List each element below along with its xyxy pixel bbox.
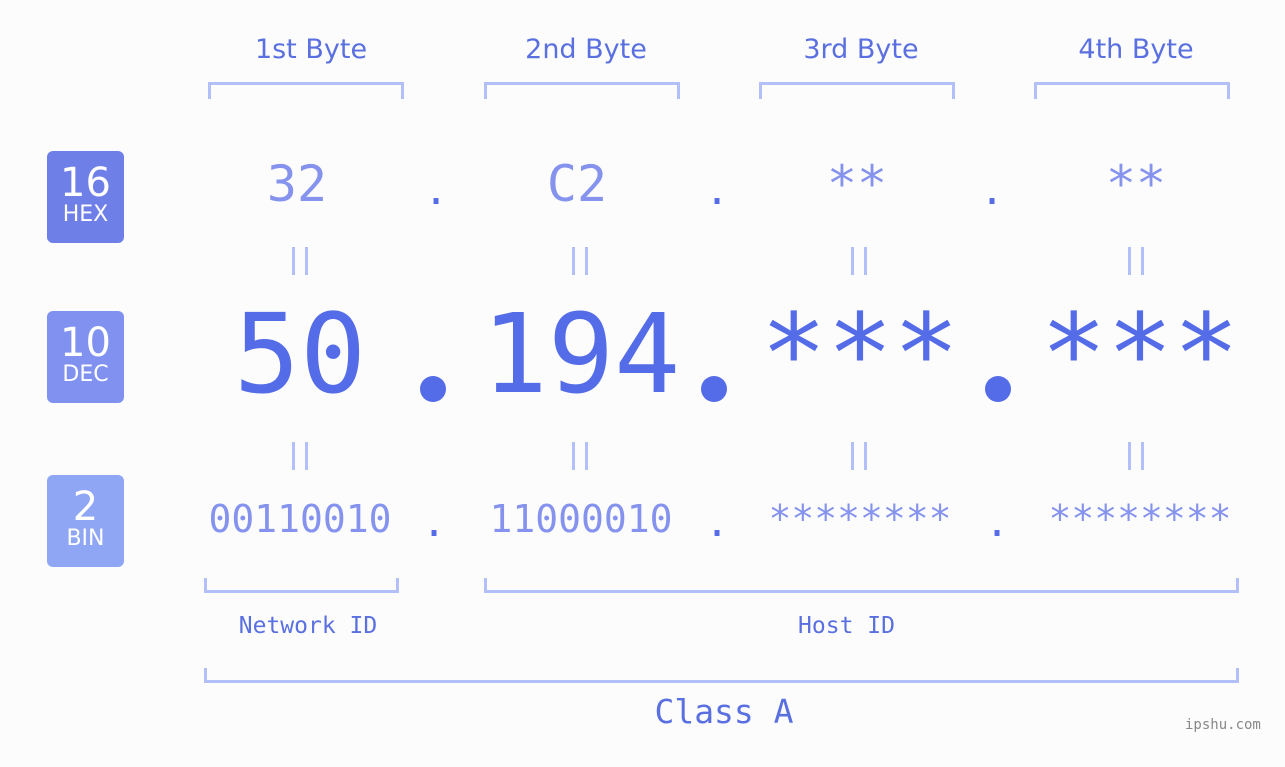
- equals-icon: [1128, 442, 1144, 470]
- host-id-label: Host ID: [798, 613, 895, 639]
- hex-separator-2: .: [704, 168, 730, 214]
- equals-icon: [851, 442, 867, 470]
- equals-icon: [572, 247, 588, 275]
- equals-icon: [1128, 247, 1144, 275]
- hex-separator-3: .: [979, 168, 1005, 214]
- byte-header-2: 2nd Byte: [525, 34, 647, 65]
- hex-byte-1: 32: [266, 155, 328, 213]
- equals-icon: [851, 247, 867, 275]
- dec-badge: 10 DEC: [47, 311, 124, 403]
- host-id-bracket: [484, 578, 1239, 593]
- dec-separator-1: [420, 376, 446, 402]
- bin-separator-2: .: [704, 500, 730, 546]
- byte-header-1: 1st Byte: [254, 34, 368, 65]
- byte-bracket-1: [208, 82, 404, 99]
- dec-byte-3: ***: [760, 290, 960, 418]
- bin-badge-label: BIN: [66, 526, 105, 551]
- dec-separator-3: [985, 376, 1011, 402]
- class-bracket: [204, 668, 1239, 683]
- hex-badge: 16 HEX: [47, 151, 124, 243]
- dec-byte-4: ***: [1040, 290, 1240, 418]
- byte-bracket-2: [484, 82, 680, 99]
- watermark: ipshu.com: [1185, 717, 1261, 733]
- hex-byte-3: **: [826, 155, 888, 213]
- dec-separator-2: [701, 376, 727, 402]
- equals-icon: [292, 442, 308, 470]
- byte-bracket-3: [759, 82, 955, 99]
- dec-badge-number: 10: [60, 320, 111, 366]
- bin-byte-3: ********: [768, 497, 952, 541]
- dec-byte-1: 50: [233, 290, 367, 418]
- class-label: Class A: [654, 692, 794, 731]
- hex-badge-number: 16: [60, 160, 111, 206]
- hex-badge-label: HEX: [62, 202, 109, 227]
- hex-separator-1: .: [423, 168, 449, 214]
- network-id-label: Network ID: [238, 613, 378, 639]
- byte-header-4: 4th Byte: [1078, 34, 1194, 65]
- bin-byte-2: 11000010: [489, 497, 673, 541]
- hex-byte-4: **: [1105, 155, 1167, 213]
- equals-icon: [292, 247, 308, 275]
- bin-byte-4: ********: [1048, 497, 1232, 541]
- bin-separator-1: .: [421, 500, 447, 546]
- byte-bracket-4: [1034, 82, 1230, 99]
- bin-byte-1: 00110010: [208, 497, 392, 541]
- hex-byte-2: C2: [546, 155, 608, 213]
- equals-icon: [572, 442, 588, 470]
- bin-badge: 2 BIN: [47, 475, 124, 567]
- dec-byte-2: 194: [481, 290, 681, 418]
- bin-separator-3: .: [984, 500, 1010, 546]
- network-id-bracket: [204, 578, 399, 593]
- bin-badge-number: 2: [72, 484, 99, 530]
- byte-header-3: 3rd Byte: [803, 34, 919, 65]
- dec-badge-label: DEC: [62, 362, 109, 387]
